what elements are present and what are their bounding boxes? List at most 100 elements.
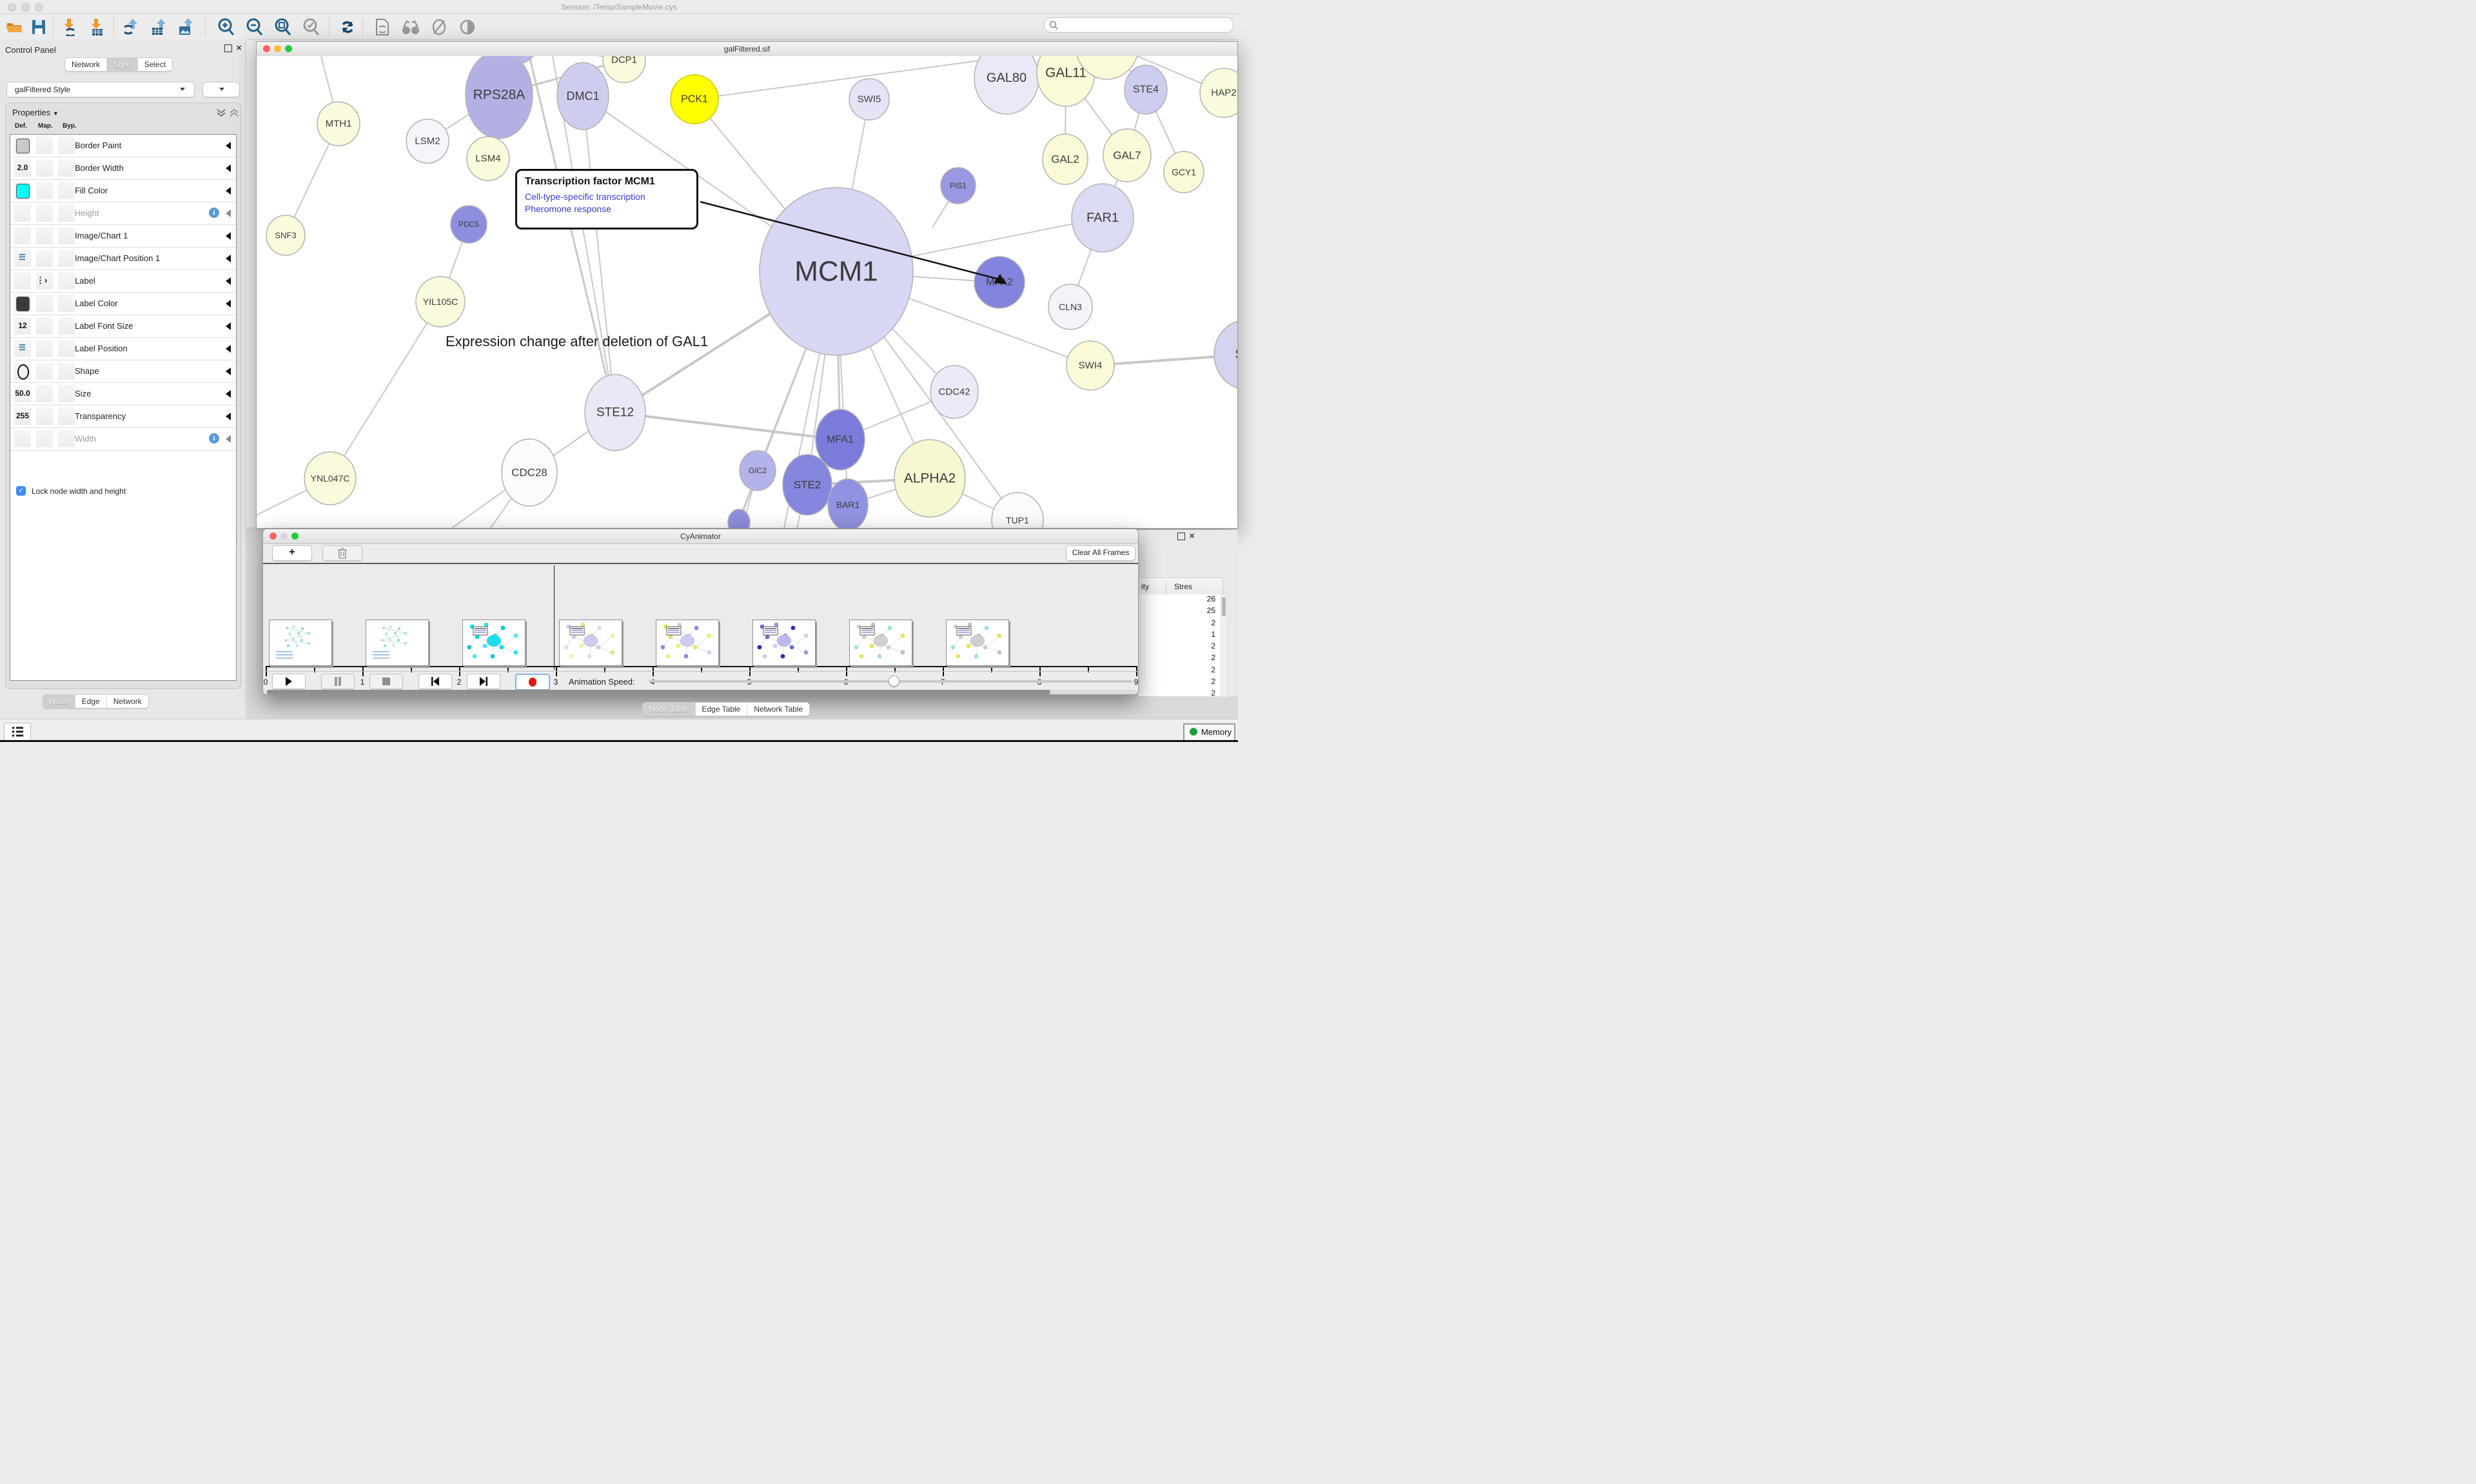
frame-thumbnail-7[interactable] (849, 620, 912, 666)
property-cell[interactable] (58, 317, 75, 335)
table-scrollbar[interactable] (1221, 594, 1228, 698)
zoom-in-icon[interactable] (217, 18, 236, 36)
property-cell[interactable] (36, 182, 53, 199)
binoculars-icon[interactable] (401, 18, 420, 36)
property-cell[interactable] (58, 362, 75, 380)
property-cell[interactable] (36, 340, 53, 357)
frame-thumbnail-6[interactable] (752, 620, 816, 666)
skip-to-start-button[interactable] (418, 674, 452, 689)
property-cell[interactable] (36, 385, 53, 402)
color-swatch[interactable] (16, 297, 30, 311)
property-cell[interactable] (58, 407, 75, 425)
float-panel-icon[interactable] (1177, 532, 1185, 540)
property-row[interactable]: Widthi (10, 428, 236, 451)
frame-thumbnail-3[interactable] (462, 620, 526, 666)
export-image-icon[interactable] (177, 18, 196, 36)
column-header[interactable]: ity (1141, 582, 1149, 591)
property-row[interactable]: Label Color (10, 293, 236, 315)
skip-to-end-button[interactable] (467, 674, 500, 689)
property-row[interactable]: Heighti (10, 202, 236, 225)
tab-edge-table[interactable]: Edge Table (696, 703, 748, 716)
network-canvas[interactable]: DCP1RPS28ADMC1PCK1SWI5GAL80GAL11STE4HAP2… (257, 56, 1237, 528)
expand-row-icon[interactable] (226, 164, 231, 172)
network-graph[interactable]: DCP1RPS28ADMC1PCK1SWI5GAL80GAL11STE4HAP2… (257, 56, 1237, 528)
collapse-all-icon[interactable] (229, 108, 239, 117)
expand-all-icon[interactable] (216, 108, 226, 117)
color-swatch[interactable] (16, 139, 30, 153)
property-cell[interactable] (58, 295, 75, 312)
style-options-button[interactable] (202, 82, 240, 97)
property-row[interactable]: ☰Label Position (10, 338, 236, 360)
zoom-out-icon[interactable] (245, 18, 264, 36)
property-cell[interactable] (14, 430, 31, 447)
graph-node-slt[interactable] (1214, 320, 1237, 389)
expand-row-icon[interactable] (226, 413, 231, 420)
expand-row-icon[interactable] (226, 187, 231, 195)
expand-row-icon[interactable] (226, 210, 231, 217)
property-cell[interactable] (36, 249, 53, 267)
property-row[interactable]: Border Paint (10, 135, 236, 157)
property-row[interactable]: 12Label Font Size (10, 315, 236, 338)
zoom-fit-icon[interactable] (273, 18, 293, 36)
style-selector-dropdown[interactable]: galFiltered Style (6, 82, 195, 97)
graph-node-gal80[interactable] (974, 56, 1039, 114)
lock-size-checkbox[interactable]: ✓ (16, 486, 26, 496)
annotation-box[interactable]: Transcription factor MCM1 Cell-type-spec… (515, 169, 698, 229)
import-table-icon[interactable] (88, 18, 107, 36)
graph-edge[interactable] (330, 302, 440, 478)
timeline-area[interactable]: 0123456789 Seconds (263, 564, 1138, 670)
property-row[interactable]: Shape (10, 360, 236, 383)
property-cell[interactable] (36, 159, 53, 177)
hide-elements-icon[interactable] (429, 18, 449, 36)
tab-network[interactable]: Network (65, 58, 107, 71)
pause-button[interactable] (321, 674, 355, 689)
property-row[interactable]: 2.0Border Width (10, 157, 236, 180)
search-input[interactable] (1044, 17, 1233, 33)
property-row[interactable]: Fill Color (10, 180, 236, 202)
expand-row-icon[interactable] (226, 390, 231, 398)
export-network-icon[interactable] (123, 18, 142, 36)
add-frame-button[interactable]: + (272, 545, 312, 561)
stop-button[interactable] (369, 674, 403, 689)
tab-node[interactable]: Node (43, 695, 75, 708)
export-table-icon[interactable] (150, 18, 169, 36)
property-row[interactable]: 50.0Size (10, 383, 236, 405)
frame-thumbnail-5[interactable] (656, 620, 719, 666)
property-cell[interactable] (14, 272, 31, 289)
expand-row-icon[interactable] (226, 300, 231, 308)
show-graphics-icon[interactable] (458, 18, 477, 36)
property-cell[interactable] (14, 204, 31, 222)
timeline-playhead[interactable] (554, 565, 555, 670)
annotation-link[interactable]: Cell-type-specific transcription (525, 191, 645, 202)
expand-row-icon[interactable] (226, 322, 231, 330)
frame-thumbnail-4[interactable] (559, 620, 622, 666)
properties-header[interactable]: Properties ▼ (12, 108, 59, 117)
scrollbar-thumb[interactable] (267, 690, 1050, 694)
property-cell[interactable] (58, 249, 75, 267)
play-button[interactable] (272, 674, 306, 689)
property-cell[interactable] (58, 385, 75, 402)
float-panel-icon[interactable] (224, 44, 232, 52)
info-icon[interactable]: i (209, 208, 219, 218)
property-cell[interactable] (58, 182, 75, 199)
color-swatch[interactable] (16, 184, 30, 199)
property-cell[interactable] (36, 137, 53, 154)
expand-row-icon[interactable] (226, 367, 231, 375)
close-panel-icon[interactable]: ✕ (1189, 532, 1195, 540)
tab-node-table[interactable]: Node Table (643, 703, 696, 716)
clone-network-icon[interactable] (373, 18, 392, 36)
column-header[interactable]: Stres (1174, 582, 1192, 591)
tab-select[interactable]: Select (138, 58, 172, 71)
zoom-selected-icon[interactable] (302, 18, 321, 36)
tab-network[interactable]: Network (107, 695, 148, 708)
close-panel-icon[interactable]: ✕ (236, 44, 242, 52)
property-cell[interactable] (36, 407, 53, 425)
property-cell[interactable] (36, 317, 53, 335)
save-session-icon[interactable] (30, 18, 49, 36)
property-cell[interactable] (14, 227, 31, 244)
delete-frame-button[interactable] (322, 545, 362, 561)
speed-slider-thumb[interactable] (889, 676, 899, 687)
info-icon[interactable]: i (209, 433, 219, 444)
property-row[interactable]: Image/Chart 1 (10, 225, 236, 248)
frame-thumbnail-2[interactable] (366, 620, 429, 666)
